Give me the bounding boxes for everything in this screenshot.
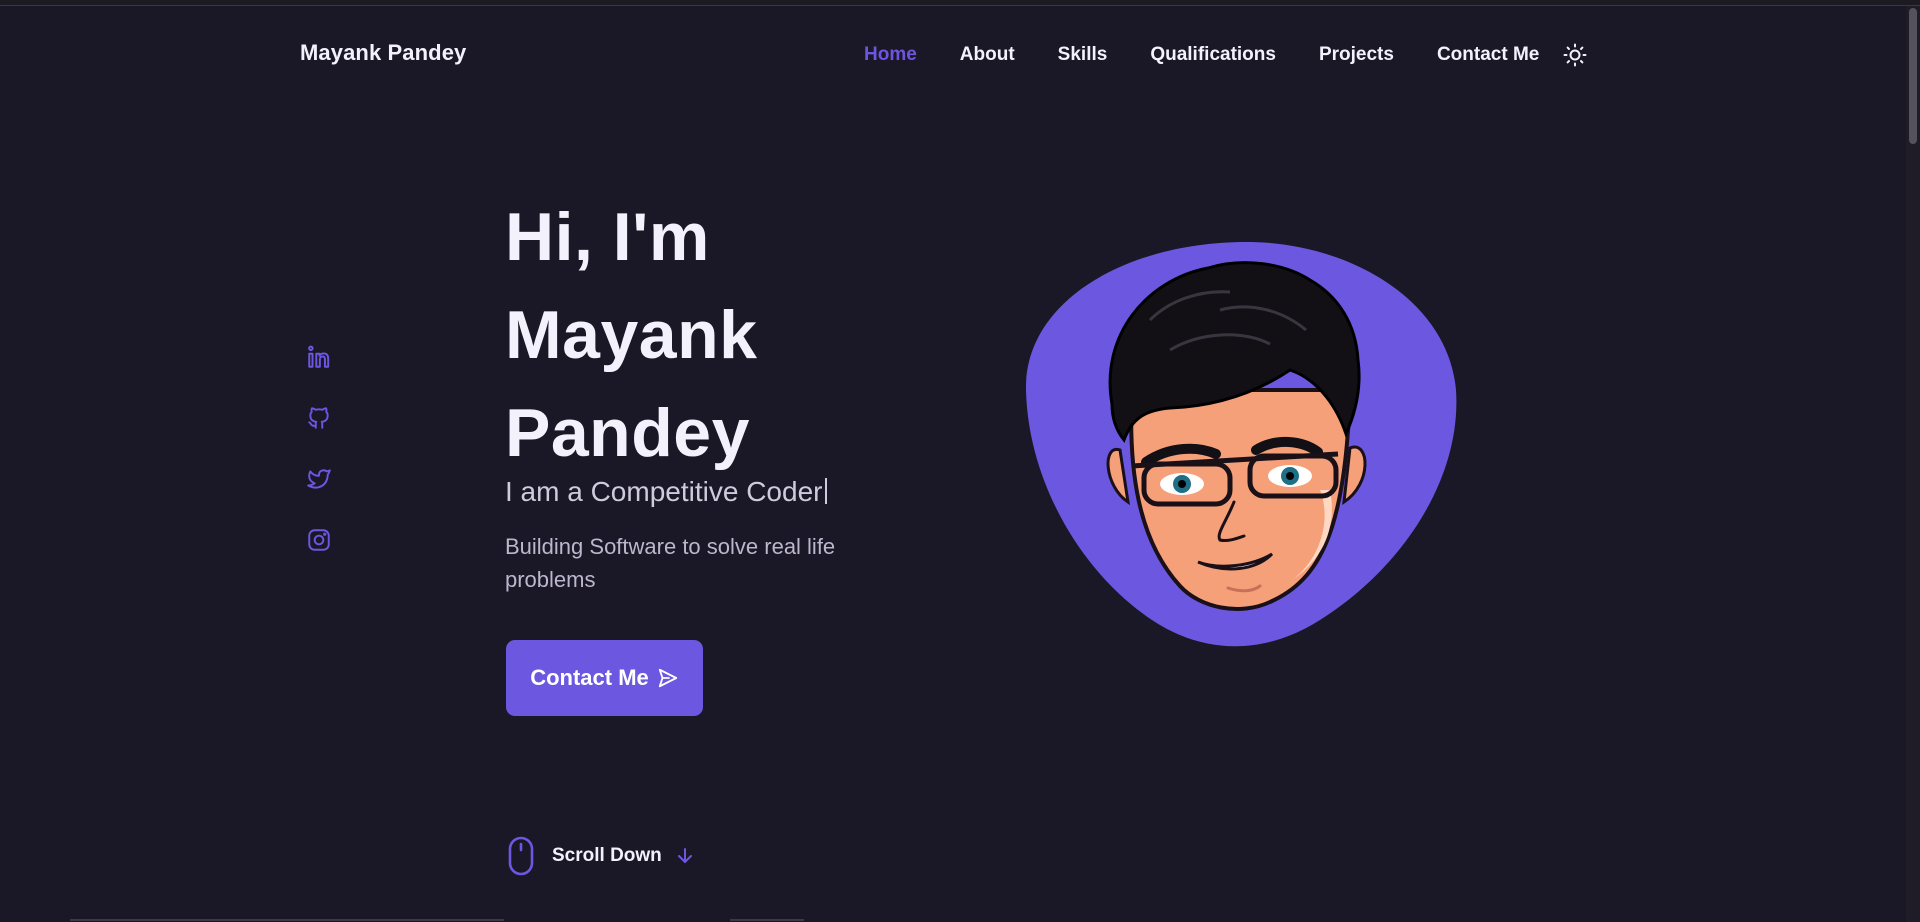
hero-title-line-1: Hi, I'm xyxy=(505,199,710,275)
arrow-down-icon xyxy=(677,848,692,863)
scroll-down-label: Scroll Down xyxy=(552,845,662,866)
main-nav: Home About Skills Qualifications Project… xyxy=(864,42,1588,68)
twitter-icon xyxy=(307,469,331,489)
scroll-down-link[interactable]: Scroll Down xyxy=(506,836,694,876)
twitter-link[interactable] xyxy=(304,464,334,494)
hero-title-line-3: Pandey xyxy=(505,395,750,471)
instagram-link[interactable] xyxy=(304,525,334,555)
contact-me-button[interactable]: Contact Me xyxy=(506,640,703,716)
hero-description: Building Software to solve real life pro… xyxy=(505,534,836,592)
nav-qualifications[interactable]: Qualifications xyxy=(1150,44,1276,66)
github-icon xyxy=(308,407,329,429)
hero-subtitle: I am a Competitive Coder xyxy=(505,476,828,508)
hero-title-line-2: Mayank xyxy=(505,297,758,373)
nav-contact[interactable]: Contact Me xyxy=(1437,44,1539,66)
linkedin-link[interactable] xyxy=(304,342,334,372)
mouse-icon xyxy=(508,836,534,876)
scrollbar-thumb[interactable] xyxy=(1909,8,1917,144)
bottom-divider-2 xyxy=(730,919,804,921)
github-link[interactable] xyxy=(304,403,334,433)
nav-about[interactable]: About xyxy=(960,44,1015,66)
send-icon xyxy=(658,668,677,688)
typed-text: I am a Competitive Coder xyxy=(505,476,823,507)
window-top-border xyxy=(0,0,1920,6)
social-links xyxy=(304,342,334,586)
avatar-illustration xyxy=(1025,241,1457,647)
bottom-divider xyxy=(70,919,504,921)
theme-toggle-button[interactable] xyxy=(1562,42,1588,68)
typing-caret xyxy=(825,478,828,504)
nav-home[interactable]: Home xyxy=(864,44,917,66)
site-logo[interactable]: Mayank Pandey xyxy=(300,40,466,66)
hero-title: Hi, I'm Mayank Pandey xyxy=(505,188,925,482)
contact-me-label: Contact Me xyxy=(530,665,649,690)
page-scrollbar[interactable] xyxy=(1906,6,1920,922)
instagram-icon xyxy=(308,529,330,551)
nav-projects[interactable]: Projects xyxy=(1319,44,1394,66)
portfolio-page: Mayank Pandey Home About Skills Qualific… xyxy=(0,0,1920,922)
linkedin-icon xyxy=(308,345,330,368)
nav-skills[interactable]: Skills xyxy=(1058,44,1108,66)
sun-icon xyxy=(1563,43,1587,67)
